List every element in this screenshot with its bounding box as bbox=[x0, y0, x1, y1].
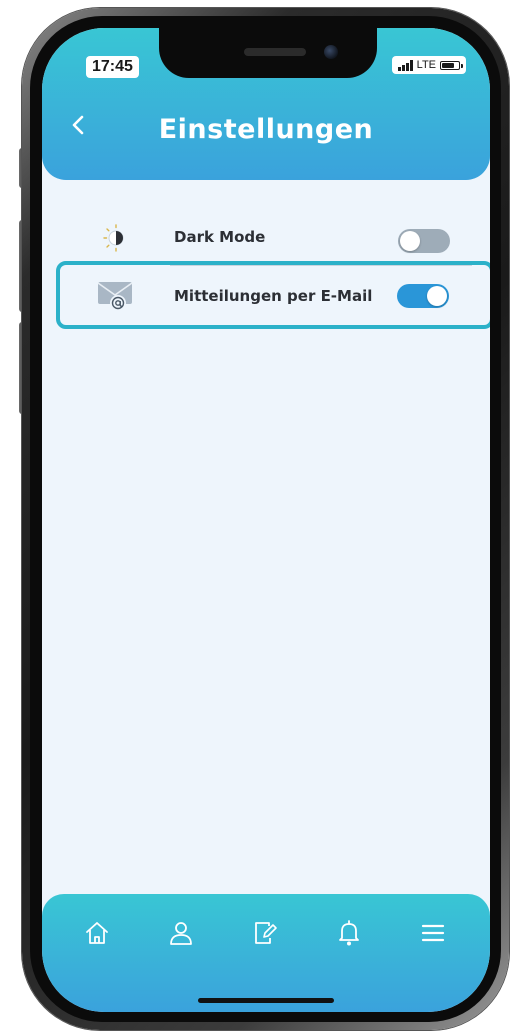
signal-icon bbox=[397, 59, 413, 71]
status-time: 17:45 bbox=[86, 56, 139, 78]
tab-notifications[interactable] bbox=[332, 916, 366, 950]
battery-icon bbox=[440, 60, 463, 70]
row-divider bbox=[170, 265, 472, 266]
speaker-grille bbox=[244, 48, 306, 56]
setting-row-email-notifications: Mitteilungen per E-Mail bbox=[56, 261, 490, 329]
notch bbox=[159, 28, 377, 78]
setting-row-dark-mode: Dark Mode bbox=[54, 208, 478, 268]
user-icon bbox=[170, 922, 192, 945]
home-indicator[interactable] bbox=[198, 998, 334, 1003]
tab-menu[interactable] bbox=[416, 916, 450, 950]
setting-label-dark-mode: Dark Mode bbox=[174, 228, 266, 246]
bottom-tab-bar bbox=[42, 894, 490, 1012]
half-sun-icon bbox=[98, 223, 134, 253]
phone-screen: 17:45 LTE Einstellungen Dark Mode Mittei… bbox=[42, 28, 490, 1012]
dark-mode-toggle[interactable] bbox=[398, 229, 450, 253]
menu-icon bbox=[421, 924, 445, 942]
edit-document-icon bbox=[255, 922, 277, 944]
network-type: LTE bbox=[416, 59, 436, 71]
page-title: Einstellungen bbox=[158, 114, 374, 145]
bell-icon bbox=[339, 920, 359, 946]
envelope-at-icon bbox=[96, 279, 133, 311]
setting-label-email-notifications: Mitteilungen per E-Mail bbox=[174, 287, 373, 305]
email-notifications-toggle[interactable] bbox=[397, 284, 449, 308]
status-indicators: LTE bbox=[391, 56, 466, 74]
battery-level bbox=[442, 62, 454, 68]
toggle-knob bbox=[400, 231, 420, 251]
toggle-knob bbox=[427, 286, 447, 306]
home-icon bbox=[86, 922, 108, 944]
front-camera bbox=[324, 45, 338, 59]
tab-edit[interactable] bbox=[248, 916, 282, 950]
tab-home[interactable] bbox=[80, 916, 114, 950]
tab-profile[interactable] bbox=[164, 916, 198, 950]
phone-mockup: 17:45 LTE Einstellungen Dark Mode Mittei… bbox=[0, 0, 513, 1033]
